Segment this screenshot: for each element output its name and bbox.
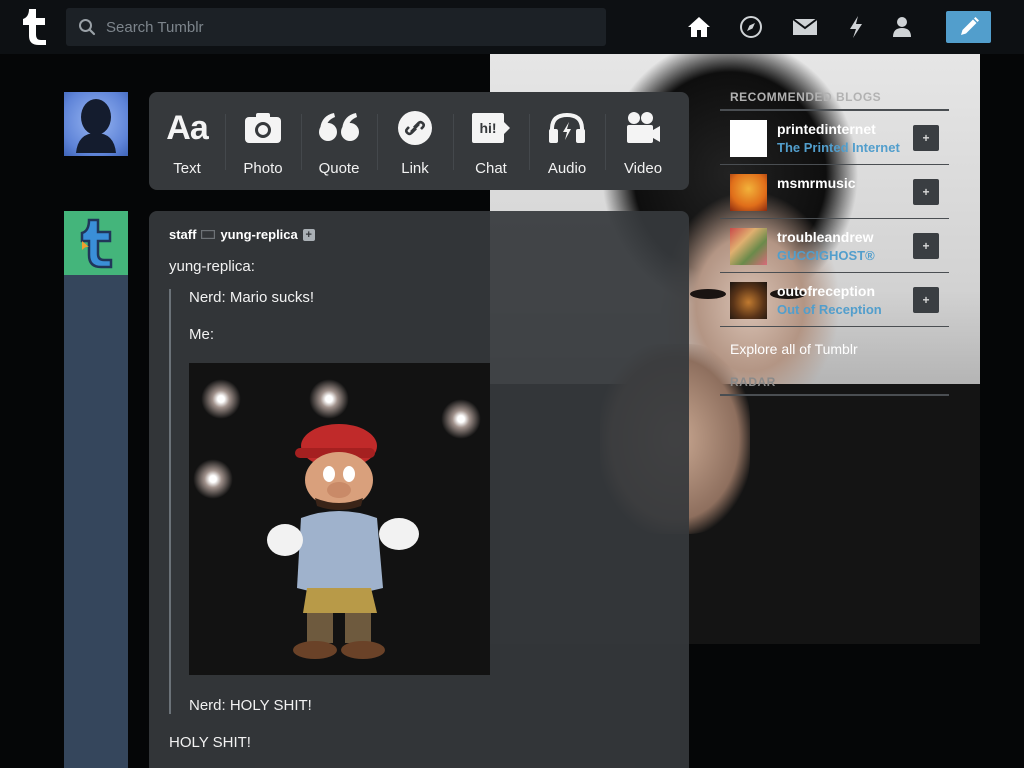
blog-title-link[interactable]: Out of Reception [777, 302, 882, 317]
top-navigation-bar [0, 0, 1024, 54]
post-type-label: Photo [243, 160, 283, 177]
stage-light [193, 459, 233, 499]
chat-icon: hi! [471, 110, 511, 146]
right-sidebar: RECOMMENDED BLOGS printedinternet The Pr… [720, 88, 949, 396]
mail-icon[interactable] [792, 14, 818, 40]
follow-button[interactable]: + [913, 179, 939, 205]
search-box[interactable] [66, 8, 606, 46]
camera-icon [244, 110, 282, 146]
tumblr-t-icon [80, 218, 113, 269]
video-camera-icon [625, 110, 661, 146]
post-header: staff yung-replica + [169, 227, 669, 242]
staff-avatar[interactable] [64, 211, 128, 275]
post-type-label: Quote [318, 160, 360, 177]
radar-heading: RADAR [720, 373, 949, 396]
silhouette-icon [76, 99, 116, 153]
follow-button[interactable]: + [913, 125, 939, 151]
tumblr-logo-icon[interactable] [14, 6, 54, 46]
post-type-audio[interactable]: Audio [529, 92, 605, 190]
home-icon[interactable] [686, 14, 712, 40]
post-type-text[interactable]: Aa Text [149, 92, 225, 190]
recommended-blogs-heading: RECOMMENDED BLOGS [720, 88, 949, 111]
blog-avatar[interactable] [730, 174, 767, 211]
follow-plus-icon[interactable]: + [302, 228, 315, 241]
quote-line: Nerd: HOLY SHIT! [189, 697, 312, 714]
post-type-video[interactable]: Video [605, 92, 681, 190]
follow-button[interactable]: + [913, 233, 939, 259]
post-type-label: Video [623, 160, 663, 177]
quote-line: Me: [189, 326, 215, 343]
post-type-chat[interactable]: hi! Chat [453, 92, 529, 190]
post-type-quote[interactable]: Quote [301, 92, 377, 190]
post-source-label[interactable]: yung-replica: [169, 258, 669, 275]
compose-button[interactable] [946, 11, 991, 43]
stage-light [201, 379, 241, 419]
reblogged-from-link[interactable]: yung-replica [220, 227, 297, 242]
search-icon [79, 19, 96, 36]
blog-avatar[interactable] [730, 282, 767, 319]
post-type-label: Chat [475, 160, 507, 177]
recommended-blog-item[interactable]: troubleandrew GUCCIGHOST® + [720, 219, 949, 273]
stage-light [309, 379, 349, 419]
mario-gif-image[interactable] [189, 363, 490, 675]
search-input[interactable] [106, 18, 586, 36]
blog-name-link[interactable]: outofreception [777, 283, 882, 299]
activity-icon[interactable] [843, 14, 869, 40]
text-icon: Aa [166, 108, 208, 147]
mario-figure [267, 424, 419, 659]
post-type-label: Audio [547, 160, 587, 177]
link-icon [397, 110, 433, 146]
stage-light [441, 399, 481, 439]
post-author-link[interactable]: staff [169, 227, 196, 242]
reblog-icon [201, 230, 216, 239]
chat-glyph-text: hi! [479, 120, 496, 136]
blog-avatar[interactable] [730, 120, 767, 157]
headphones-icon [548, 110, 586, 146]
blog-name-link[interactable]: msmrmusic [777, 175, 856, 191]
recommended-blog-item[interactable]: printedinternet The Printed Internet + [720, 111, 949, 165]
avatar-rail [64, 275, 128, 768]
post-type-link[interactable]: Link [377, 92, 453, 190]
pencil-icon [960, 17, 979, 35]
blog-title-link[interactable]: GUCCIGHOST® [777, 248, 875, 263]
quote-line: Nerd: Mario sucks! [189, 289, 315, 306]
blog-title-link[interactable]: The Printed Internet [777, 140, 900, 155]
post-type-label: Link [401, 160, 429, 177]
blog-name-link[interactable]: printedinternet [777, 121, 900, 137]
user-avatar[interactable] [64, 92, 128, 156]
dashboard-post: staff yung-replica + yung-replica: Nerd:… [149, 211, 689, 768]
recommended-blog-item[interactable]: outofreception Out of Reception + [720, 273, 949, 327]
post-reply-text: HOLY SHIT! [169, 734, 251, 751]
post-type-photo[interactable]: Photo [225, 92, 301, 190]
post-type-bar: Aa Text Photo Quote Link hi! Chat Audio … [149, 92, 689, 190]
explore-all-link[interactable]: Explore all of Tumblr [720, 327, 949, 373]
quote-icon [318, 110, 360, 146]
blog-avatar[interactable] [730, 228, 767, 265]
account-icon[interactable] [889, 14, 915, 40]
blog-name-link[interactable]: troubleandrew [777, 229, 875, 245]
recommended-blog-item[interactable]: msmrmusic + [720, 165, 949, 219]
explore-icon[interactable] [738, 14, 764, 40]
post-type-label: Text [173, 160, 201, 177]
follow-button[interactable]: + [913, 287, 939, 313]
reblog-quote-block: Nerd: Mario sucks! Me: Nerd: HOLY SHIT! [169, 289, 669, 714]
